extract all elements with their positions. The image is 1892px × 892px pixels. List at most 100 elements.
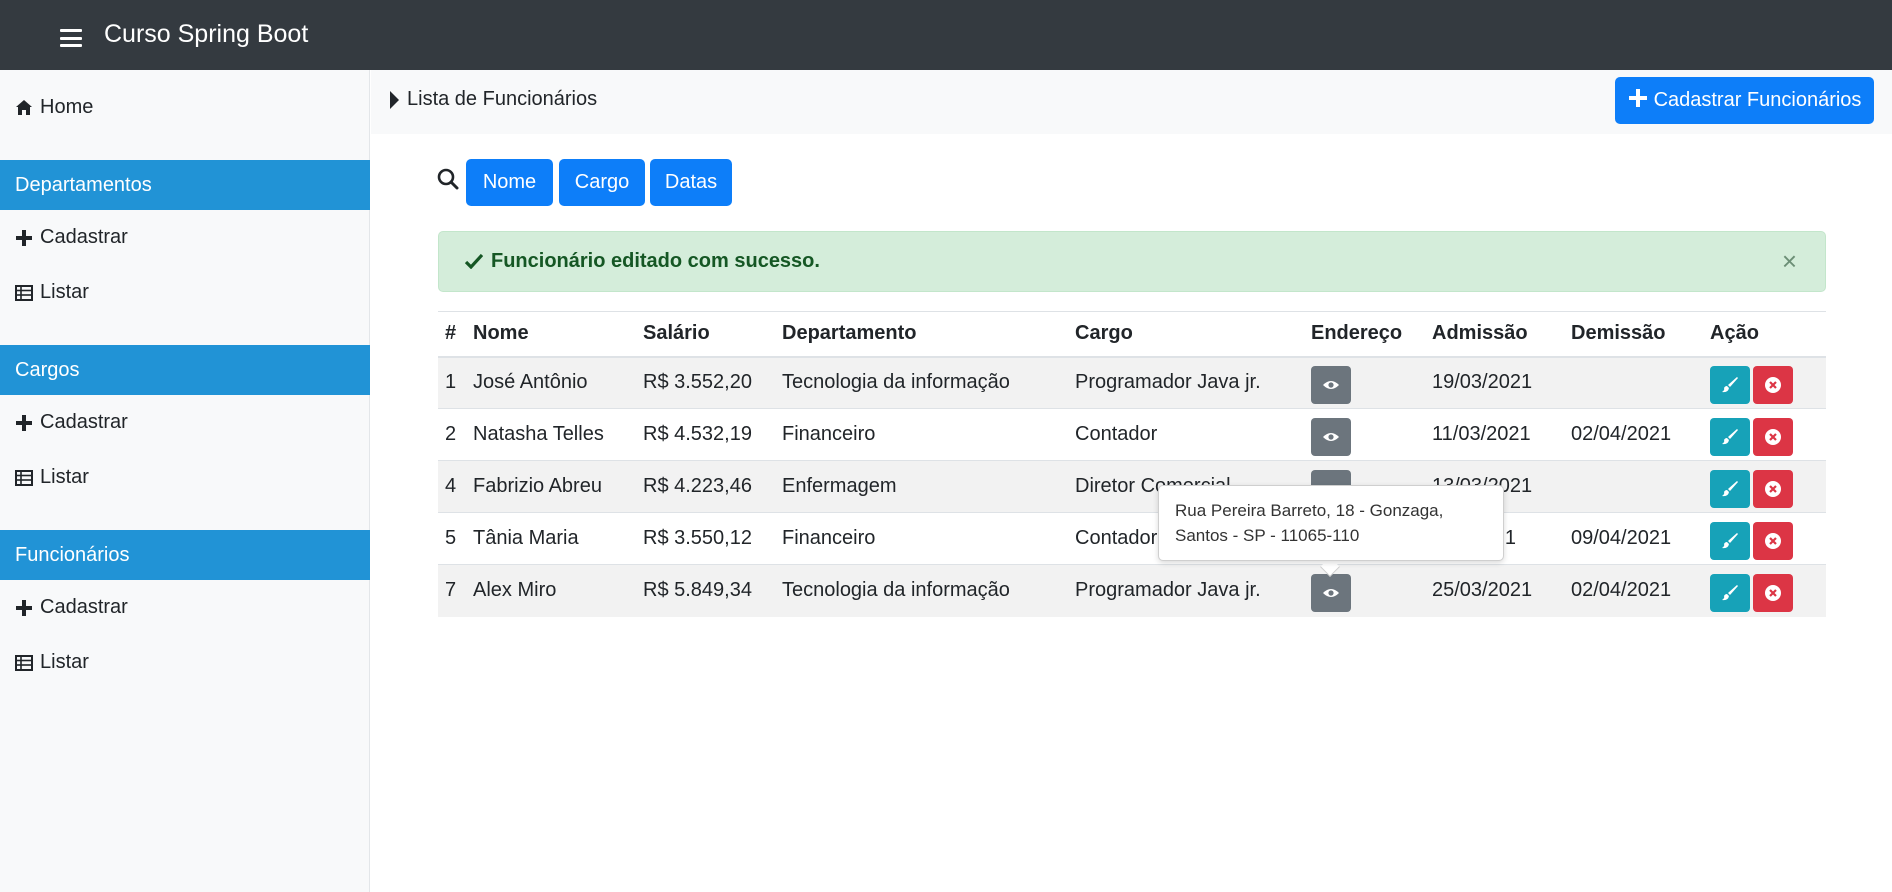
close-icon[interactable]: × xyxy=(1782,246,1797,277)
table-row: 5 Tânia Maria R$ 3.550,12 Financeiro Con… xyxy=(438,512,1826,565)
brush-icon xyxy=(1722,480,1738,496)
table-list-icon xyxy=(14,469,34,486)
sidebar-item-cargos-listar[interactable]: Listar xyxy=(14,466,89,489)
cell-salario: R$ 3.552,20 xyxy=(636,356,775,409)
col-admissao: Admissão xyxy=(1425,311,1564,358)
table-list-icon xyxy=(14,284,34,301)
delete-button[interactable] xyxy=(1753,365,1793,404)
edit-button[interactable] xyxy=(1710,469,1750,508)
cell-departamento: Tecnologia da informação xyxy=(775,564,1068,617)
close-circle-icon xyxy=(1765,480,1781,497)
cell-acao xyxy=(1703,512,1826,565)
cell-salario: R$ 5.849,34 xyxy=(636,564,775,617)
plus-icon xyxy=(14,599,34,617)
cell-id: 4 xyxy=(438,460,466,513)
filter-nome-button[interactable]: Nome xyxy=(466,159,553,206)
sidebar-item-label: Listar xyxy=(40,281,89,303)
breadcrumb: Lista de Funcionários xyxy=(390,88,597,111)
brush-icon xyxy=(1722,428,1738,444)
cell-admissao: 25/03/2021 xyxy=(1425,564,1564,617)
cell-id: 1 xyxy=(438,356,466,409)
plus-icon xyxy=(14,414,34,432)
success-alert: Funcionário editado com sucesso. × xyxy=(438,231,1826,292)
cell-demissao: 02/04/2021 xyxy=(1564,564,1703,617)
col-endereco: Endereço xyxy=(1304,311,1425,358)
menu-toggle-icon[interactable] xyxy=(60,29,82,47)
cell-acao xyxy=(1703,356,1826,409)
close-circle-icon xyxy=(1765,428,1781,445)
view-address-button[interactable] xyxy=(1311,417,1351,456)
cell-acao xyxy=(1703,460,1826,513)
edit-button[interactable] xyxy=(1710,573,1750,612)
sidebar-section-funcionarios[interactable]: Funcionários xyxy=(0,530,370,580)
cell-demissao xyxy=(1564,356,1703,409)
top-navbar: Curso Spring Boot xyxy=(0,0,1892,70)
cell-salario: R$ 4.223,46 xyxy=(636,460,775,513)
sidebar-item-home[interactable]: Home xyxy=(14,96,93,119)
table-row: 1 José Antônio R$ 3.552,20 Tecnologia da… xyxy=(438,356,1826,409)
sidebar-item-label: Listar xyxy=(40,651,89,673)
edit-button[interactable] xyxy=(1710,417,1750,456)
cell-cargo: Programador Java jr. xyxy=(1068,356,1304,409)
delete-button[interactable] xyxy=(1753,573,1793,612)
cell-nome: Fabrizio Abreu xyxy=(466,460,636,513)
table-header-row: # Nome Salário Departamento Cargo Endere… xyxy=(438,311,1826,358)
sidebar-item-funcionarios-listar[interactable]: Listar xyxy=(14,651,89,674)
cell-endereco xyxy=(1304,356,1425,409)
check-icon xyxy=(464,249,484,275)
eye-icon xyxy=(1323,588,1339,597)
cell-admissao: 19/03/2021 xyxy=(1425,356,1564,409)
brush-icon xyxy=(1722,532,1738,548)
col-demissao: Demissão xyxy=(1564,311,1703,358)
delete-button[interactable] xyxy=(1753,417,1793,456)
cell-salario: R$ 3.550,12 xyxy=(636,512,775,565)
cell-cargo: Contador xyxy=(1068,408,1304,461)
table-row: 2 Natasha Telles R$ 4.532,19 Financeiro … xyxy=(438,408,1826,461)
col-cargo: Cargo xyxy=(1068,311,1304,358)
view-address-button[interactable] xyxy=(1311,573,1351,612)
view-address-button[interactable] xyxy=(1311,365,1351,404)
table-list-icon xyxy=(14,654,34,671)
cell-cargo: Programador Java jr. xyxy=(1068,564,1304,617)
cell-departamento: Tecnologia da informação xyxy=(775,356,1068,409)
add-employee-label: Cadastrar Funcionários xyxy=(1653,89,1862,111)
sidebar-item-departamentos-cadastrar[interactable]: Cadastrar xyxy=(14,226,128,249)
app-title[interactable]: Curso Spring Boot xyxy=(104,20,308,49)
caret-right-icon xyxy=(390,90,399,109)
brush-icon xyxy=(1722,376,1738,392)
eye-icon xyxy=(1323,380,1339,389)
filter-datas-button[interactable]: Datas xyxy=(650,159,732,206)
filter-cargo-button[interactable]: Cargo xyxy=(559,159,645,206)
sidebar-section-departamentos[interactable]: Departamentos xyxy=(0,160,370,210)
sidebar-item-cargos-cadastrar[interactable]: Cadastrar xyxy=(14,411,128,434)
cell-departamento: Financeiro xyxy=(775,512,1068,565)
delete-button[interactable] xyxy=(1753,469,1793,508)
col-id: # xyxy=(438,311,466,358)
home-icon xyxy=(14,99,34,116)
col-acao: Ação xyxy=(1703,311,1826,358)
cell-demissao: 09/04/2021 xyxy=(1564,512,1703,565)
close-circle-icon xyxy=(1765,376,1781,393)
cell-salario: R$ 4.532,19 xyxy=(636,408,775,461)
plus-icon xyxy=(14,229,34,247)
search-icon xyxy=(437,168,459,196)
brush-icon xyxy=(1722,584,1738,600)
alert-message: Funcionário editado com sucesso. xyxy=(491,250,820,272)
add-employee-button[interactable]: Cadastrar Funcionários xyxy=(1615,77,1874,124)
edit-button[interactable] xyxy=(1710,365,1750,404)
delete-button[interactable] xyxy=(1753,521,1793,560)
sidebar-item-label: Home xyxy=(40,96,94,118)
edit-button[interactable] xyxy=(1710,521,1750,560)
plus-icon xyxy=(1628,84,1648,115)
cell-nome: José Antônio xyxy=(466,356,636,409)
col-departamento: Departamento xyxy=(775,311,1068,358)
sidebar: Home Departamentos Cadastrar Listar Carg… xyxy=(0,70,370,892)
sidebar-item-departamentos-listar[interactable]: Listar xyxy=(14,281,89,304)
cell-departamento: Enfermagem xyxy=(775,460,1068,513)
sidebar-item-label: Cadastrar xyxy=(40,226,128,248)
sidebar-item-label: Listar xyxy=(40,466,89,488)
close-circle-icon xyxy=(1765,584,1781,601)
breadcrumb-label: Lista de Funcionários xyxy=(407,88,598,110)
sidebar-item-funcionarios-cadastrar[interactable]: Cadastrar xyxy=(14,596,128,619)
sidebar-section-cargos[interactable]: Cargos xyxy=(0,345,370,395)
